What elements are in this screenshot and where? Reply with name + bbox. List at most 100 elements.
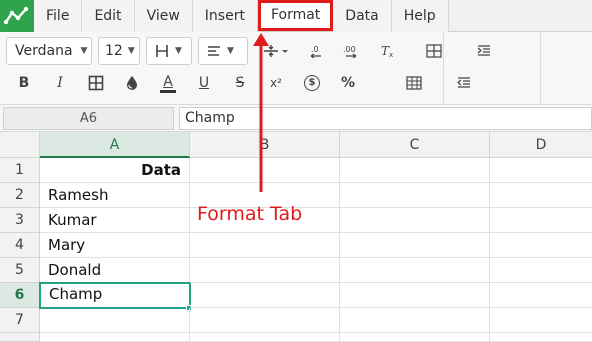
cell-a8[interactable] bbox=[40, 333, 190, 342]
cell-a3[interactable]: Kumar bbox=[40, 208, 190, 233]
annotation-label: Format Tab bbox=[197, 203, 303, 225]
cell-c4[interactable] bbox=[340, 233, 490, 258]
chevron-down-icon: ▼ bbox=[127, 46, 135, 56]
cell-d6[interactable] bbox=[490, 283, 592, 308]
valign-button[interactable] bbox=[254, 37, 298, 65]
row-header-3[interactable]: 3 bbox=[0, 208, 40, 233]
cell-b6[interactable] bbox=[190, 283, 340, 308]
chevron-down-icon: ▼ bbox=[175, 46, 182, 56]
menu-data[interactable]: Data bbox=[333, 0, 392, 32]
svg-text:.00: .00 bbox=[343, 45, 356, 54]
menu-edit[interactable]: Edit bbox=[82, 0, 135, 32]
cell-c8[interactable] bbox=[340, 333, 490, 342]
valign-icon bbox=[264, 45, 288, 57]
app-logo[interactable] bbox=[0, 0, 34, 32]
increase-decimal-icon: .00 bbox=[343, 45, 357, 58]
cell-d5[interactable] bbox=[490, 258, 592, 283]
cell-a6-active[interactable]: Champ bbox=[39, 282, 191, 309]
cell-a2[interactable]: Ramesh bbox=[40, 183, 190, 208]
select-all-corner[interactable] bbox=[0, 132, 40, 158]
align-left-icon bbox=[208, 46, 220, 56]
cell-d4[interactable] bbox=[490, 233, 592, 258]
cell-d2[interactable] bbox=[490, 183, 592, 208]
row-header-5[interactable]: 5 bbox=[0, 258, 40, 283]
currency-icon: $ bbox=[304, 75, 320, 91]
cell-b5[interactable] bbox=[190, 258, 340, 283]
outdent-icon bbox=[457, 77, 470, 88]
font-family-value: Verdana bbox=[15, 43, 73, 59]
fill-color-icon bbox=[127, 76, 137, 90]
align-dropdown[interactable]: ▼ bbox=[198, 37, 248, 65]
menu-format[interactable]: Format bbox=[257, 0, 334, 31]
indent-icon bbox=[477, 45, 490, 56]
outdent-button[interactable] bbox=[446, 69, 482, 97]
row-header-7[interactable]: 7 bbox=[0, 308, 40, 333]
cell-b1[interactable] bbox=[190, 158, 340, 183]
borders-dropdown[interactable]: ▼ bbox=[146, 37, 192, 65]
column-header-a[interactable]: A bbox=[40, 132, 190, 158]
font-size-dropdown[interactable]: 12 ▼ bbox=[98, 37, 140, 65]
row-header-2[interactable]: 2 bbox=[0, 183, 40, 208]
cell-d7[interactable] bbox=[490, 308, 592, 333]
table-format-button[interactable] bbox=[396, 69, 432, 97]
underline-button[interactable]: U bbox=[186, 69, 222, 97]
cell-d1[interactable] bbox=[490, 158, 592, 183]
toolbar-divider bbox=[443, 32, 444, 104]
cell-b8[interactable] bbox=[190, 333, 340, 342]
cell-a7[interactable] bbox=[40, 308, 190, 333]
chart-logo-icon bbox=[4, 6, 29, 25]
borders-button[interactable] bbox=[78, 69, 114, 97]
row-header-6[interactable]: 6 bbox=[0, 283, 40, 308]
font-color-label: A bbox=[163, 73, 173, 90]
currency-button[interactable]: $ bbox=[294, 69, 330, 97]
menu-bar: File Edit View Insert Format Data Help bbox=[0, 0, 592, 32]
row-header-1[interactable]: 1 bbox=[0, 158, 40, 183]
formula-input[interactable]: Champ bbox=[179, 107, 592, 130]
cell-c6[interactable] bbox=[340, 283, 490, 308]
borders-all-icon bbox=[88, 75, 104, 91]
clear-format-button[interactable]: T x bbox=[370, 37, 406, 65]
font-color-button[interactable]: A bbox=[150, 69, 186, 97]
toolbar-divider bbox=[540, 32, 541, 104]
menu-view[interactable]: View bbox=[134, 0, 193, 32]
cell-c1[interactable] bbox=[340, 158, 490, 183]
cell-c3[interactable] bbox=[340, 208, 490, 233]
cell-b4[interactable] bbox=[190, 233, 340, 258]
decrease-decimal-button[interactable]: .0 bbox=[298, 37, 334, 65]
menu-file[interactable]: File bbox=[34, 0, 83, 32]
spreadsheet-grid: A B C D 1 2 3 4 5 6 7 Data Ramesh Kumar … bbox=[0, 132, 592, 342]
cell-a5[interactable]: Donald bbox=[40, 258, 190, 283]
toolbar: Verdana ▼ 12 ▼ ▼ ▼ .0 .00 T x B I A U S … bbox=[0, 32, 592, 104]
menu-help[interactable]: Help bbox=[391, 0, 449, 32]
name-box[interactable]: A6 bbox=[3, 107, 174, 130]
row-header-4[interactable]: 4 bbox=[0, 233, 40, 258]
cell-c2[interactable] bbox=[340, 183, 490, 208]
chevron-down-icon: ▼ bbox=[227, 46, 234, 56]
column-header-d[interactable]: D bbox=[490, 132, 592, 158]
table-button[interactable] bbox=[416, 37, 452, 65]
superscript-button[interactable]: x² bbox=[258, 69, 294, 97]
cell-b7[interactable] bbox=[190, 308, 340, 333]
menu-insert[interactable]: Insert bbox=[192, 0, 258, 32]
percent-button[interactable]: % bbox=[330, 69, 366, 97]
formula-bar: A6 Champ bbox=[0, 104, 592, 132]
cell-a1[interactable]: Data bbox=[40, 158, 190, 183]
font-family-dropdown[interactable]: Verdana ▼ bbox=[6, 37, 92, 65]
cell-d3[interactable] bbox=[490, 208, 592, 233]
cell-c7[interactable] bbox=[340, 308, 490, 333]
indent-button[interactable] bbox=[466, 37, 502, 65]
cell-c5[interactable] bbox=[340, 258, 490, 283]
bold-button[interactable]: B bbox=[6, 69, 42, 97]
increase-decimal-button[interactable]: .00 bbox=[334, 37, 370, 65]
column-header-b[interactable]: B bbox=[190, 132, 340, 158]
italic-button[interactable]: I bbox=[42, 69, 78, 97]
decrease-decimal-icon: .0 bbox=[310, 45, 321, 58]
fill-color-button[interactable] bbox=[114, 69, 150, 97]
row-header-8[interactable] bbox=[0, 333, 40, 342]
font-color-bar bbox=[160, 89, 176, 93]
cell-a4[interactable]: Mary bbox=[40, 233, 190, 258]
cell-d8[interactable] bbox=[490, 333, 592, 342]
borders-icon bbox=[156, 45, 168, 57]
column-header-c[interactable]: C bbox=[340, 132, 490, 158]
strikethrough-button[interactable]: S bbox=[222, 69, 258, 97]
